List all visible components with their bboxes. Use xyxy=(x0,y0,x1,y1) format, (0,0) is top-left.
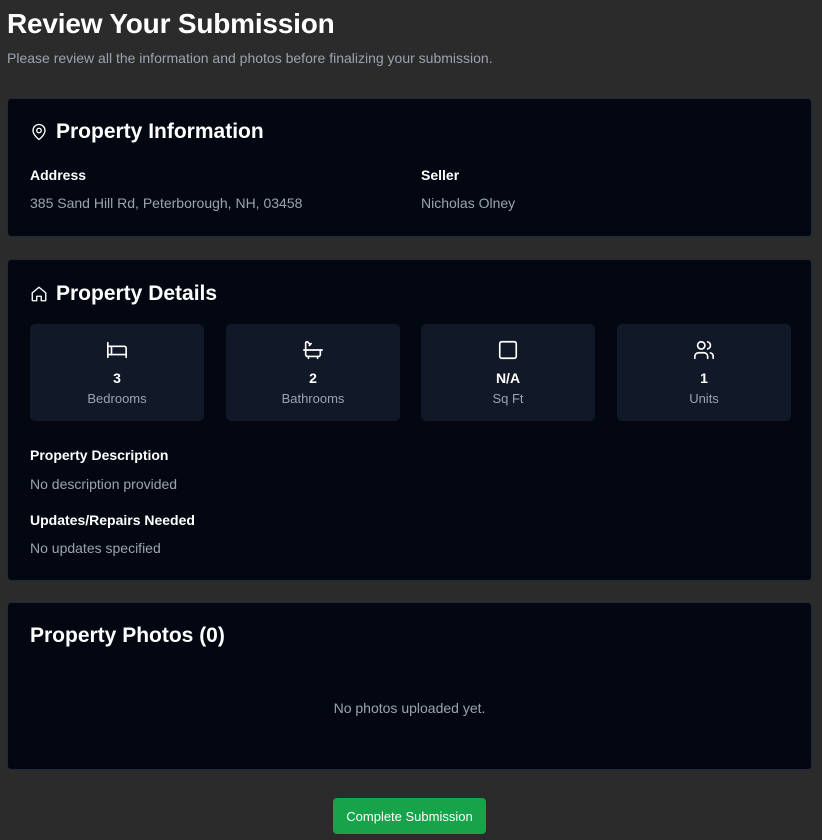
stat-value: N/A xyxy=(495,370,521,386)
property-information-card: Property Information Address 385 Sand Hi… xyxy=(7,98,812,237)
users-icon xyxy=(693,339,715,361)
property-details-title: Property Details xyxy=(56,282,218,305)
page-subtitle: Please review all the information and ph… xyxy=(7,50,493,66)
stat-sqft: N/A Sq Ft xyxy=(421,324,595,421)
property-photos-title: Property Photos (0) xyxy=(30,624,225,647)
stat-bathrooms: 2 Bathrooms xyxy=(226,324,400,421)
description-value: No description provided xyxy=(30,476,178,492)
property-stats: 3 Bedrooms 2 Bathrooms N/A Sq Ft 1 Units xyxy=(30,324,791,421)
no-photos-message: No photos uploaded yet. xyxy=(333,700,486,716)
property-information-header: Property Information xyxy=(30,120,264,144)
stat-value: 1 xyxy=(700,370,708,386)
stat-label: Bedrooms xyxy=(87,391,147,406)
bed-icon xyxy=(106,339,128,361)
stat-value: 2 xyxy=(309,370,317,386)
bath-icon xyxy=(302,339,324,361)
stat-bedrooms: 3 Bedrooms xyxy=(30,324,204,421)
property-information-title: Property Information xyxy=(56,120,264,143)
stat-value: 3 xyxy=(113,370,121,386)
stat-label: Bathrooms xyxy=(281,391,345,406)
map-pin-icon xyxy=(30,123,48,141)
property-details-header: Property Details xyxy=(30,282,217,306)
property-photos-card: Property Photos (0) No photos uploaded y… xyxy=(7,602,812,770)
seller-label: Seller xyxy=(421,167,460,183)
review-page: Review Your Submission Please review all… xyxy=(0,0,822,840)
seller-value: Nicholas Olney xyxy=(421,195,516,211)
complete-submission-button[interactable]: Complete Submission xyxy=(333,798,486,834)
updates-label: Updates/Repairs Needed xyxy=(30,512,195,528)
page-title: Review Your Submission xyxy=(7,8,335,39)
stat-units: 1 Units xyxy=(617,324,791,421)
description-label: Property Description xyxy=(30,447,169,463)
address-label: Address xyxy=(30,167,87,183)
square-icon xyxy=(497,339,519,361)
stat-label: Sq Ft xyxy=(492,391,524,406)
property-photos-header: Property Photos (0) xyxy=(30,624,225,648)
updates-value: No updates specified xyxy=(30,540,161,556)
home-icon xyxy=(30,285,48,303)
stat-label: Units xyxy=(689,391,719,406)
property-details-card: Property Details 3 Bedrooms 2 Bathrooms … xyxy=(7,259,812,581)
address-value: 385 Sand Hill Rd, Peterborough, NH, 0345… xyxy=(30,195,303,211)
